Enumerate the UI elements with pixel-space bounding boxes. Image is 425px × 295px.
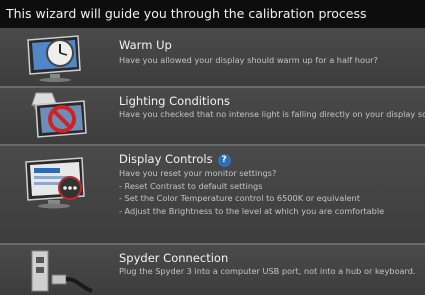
step-line: - Reset Contrast to default settings <box>119 180 263 191</box>
monitor-clock-icon <box>27 35 81 82</box>
step-line: - Set the Color Temperature control to 6… <box>119 193 360 204</box>
usb-plug-icon <box>31 250 93 293</box>
step-display-controls: Display Controls? Have you reset your mo… <box>0 146 425 243</box>
monitor-settings-icon <box>25 157 85 209</box>
step-title-text: Display Controls <box>119 152 213 166</box>
wizard-header: This wizard will guide you through the c… <box>0 0 425 28</box>
step-warm-up: Warm Up Have you allowed your display sh… <box>0 28 425 86</box>
step-description: Have you allowed your display should war… <box>119 55 378 65</box>
step-title: Spyder Connection <box>119 251 229 265</box>
step-title: Warm Up <box>119 38 172 52</box>
step-line: Have you reset your monitor settings? <box>119 168 277 178</box>
step-spyder-connection: Spyder Connection Plug the Spyder 3 into… <box>0 245 425 295</box>
step-description: Plug the Spyder 3 into a computer USB po… <box>119 266 416 276</box>
step-line: - Adjust the Brightness to the level at … <box>119 205 385 216</box>
step-lighting-conditions: Lighting Conditions Have you checked tha… <box>0 88 425 144</box>
step-title: Display Controls? <box>119 152 231 167</box>
step-description: Have you checked that no intense light i… <box>119 109 425 119</box>
step-title: Lighting Conditions <box>119 94 231 108</box>
lamp-prohibited-icon <box>31 92 87 138</box>
step-description: Have you reset your monitor settings? - … <box>119 167 425 217</box>
help-icon[interactable]: ? <box>217 154 231 167</box>
